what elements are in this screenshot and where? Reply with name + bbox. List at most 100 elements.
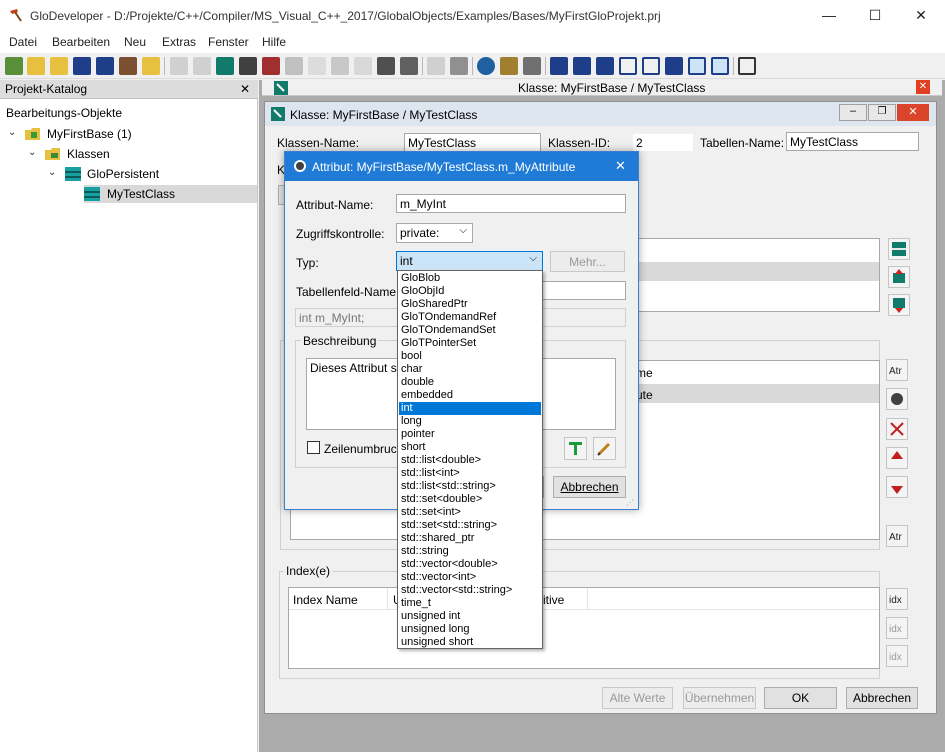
type-option[interactable]: std::vector<double> <box>399 558 541 571</box>
edit-text-button[interactable] <box>593 437 616 460</box>
window-cascade-icon[interactable] <box>550 57 568 75</box>
type-option[interactable]: short <box>399 441 541 454</box>
new-class-icon[interactable] <box>193 57 211 75</box>
save-icon[interactable] <box>73 57 91 75</box>
type-option[interactable]: unsigned int <box>399 610 541 623</box>
grid-icon[interactable] <box>500 57 518 75</box>
apply-button[interactable]: Übernehmen <box>683 687 756 709</box>
attr-text-icon[interactable] <box>427 57 445 75</box>
folder-gear-icon[interactable] <box>142 57 160 75</box>
type-option[interactable]: GloTOndemandSet <box>399 324 541 337</box>
type-option[interactable]: std::list<double> <box>399 454 541 467</box>
type-option[interactable]: time_t <box>399 597 541 610</box>
window-single-icon[interactable] <box>619 57 637 75</box>
globe-icon[interactable] <box>477 57 495 75</box>
cancel-button[interactable]: Abbrechen <box>846 687 918 709</box>
move-up-button[interactable] <box>888 238 910 260</box>
more-button[interactable]: Mehr... <box>550 251 625 272</box>
type-option[interactable]: GloObjId <box>399 285 541 298</box>
new-attribute-button[interactable]: Atr <box>886 359 908 381</box>
tree-item-mytestclass[interactable]: MyTestClass <box>84 185 257 203</box>
type-option[interactable]: std::vector<int> <box>399 571 541 584</box>
tools-icon[interactable] <box>523 57 541 75</box>
tree-toggle-icon[interactable]: ⌄ <box>48 168 58 178</box>
open-folder-icon[interactable] <box>27 57 45 75</box>
tree-toggle-icon[interactable]: ⌄ <box>28 148 38 158</box>
panel-right-icon[interactable] <box>711 57 729 75</box>
type-option[interactable]: bool <box>399 350 541 363</box>
tree-item-myfirstbase[interactable]: ⌄ MyFirstBase (1) <box>8 125 248 143</box>
tree-item-glopersistent[interactable]: ⌄ GloPersistent <box>48 165 248 183</box>
remove-base-button[interactable] <box>888 294 910 316</box>
wrap-checkbox[interactable] <box>307 441 320 454</box>
index-icon[interactable] <box>450 57 468 75</box>
close-window-button[interactable]: ✕ <box>898 0 944 31</box>
help-book-icon[interactable] <box>738 57 756 75</box>
dialog-close-icon[interactable]: ✕ <box>897 104 929 121</box>
window-new-icon[interactable] <box>642 57 660 75</box>
class-tree-icon[interactable] <box>216 57 234 75</box>
type-option[interactable]: std::set<int> <box>399 506 541 519</box>
type-option[interactable]: std::list<std::string> <box>399 480 541 493</box>
minimize-button[interactable]: — <box>806 0 852 31</box>
save-as-icon[interactable] <box>96 57 114 75</box>
edit-index-button[interactable]: idx <box>886 617 908 639</box>
type-option[interactable]: GloTOndemandRef <box>399 311 541 324</box>
attribute-up-button[interactable] <box>886 447 908 469</box>
type-option[interactable]: std::set<std::string> <box>399 519 541 532</box>
type-option[interactable]: std::shared_ptr <box>399 532 541 545</box>
type-option[interactable]: std::list<int> <box>399 467 541 480</box>
type-option[interactable]: char <box>399 363 541 376</box>
copy-icon[interactable] <box>308 57 326 75</box>
type-option[interactable]: GloBlob <box>399 272 541 285</box>
type-option[interactable]: int <box>399 402 541 415</box>
menu-bearbeiten[interactable]: Bearbeiten <box>52 35 110 49</box>
delete-attribute-button[interactable] <box>886 418 908 440</box>
insert-text-button[interactable] <box>564 437 587 460</box>
panel-close-icon[interactable]: ✕ <box>240 82 250 96</box>
dialog-minimize-icon[interactable]: – <box>839 104 867 121</box>
maximize-button[interactable]: ☐ <box>852 0 898 31</box>
add-base-button[interactable] <box>888 266 910 288</box>
mdi-tab[interactable]: Klasse: MyFirstBase / MyTestClass ✕ <box>262 80 942 96</box>
cut-icon[interactable] <box>285 57 303 75</box>
attribute-name-field[interactable]: m_MyInt <box>396 194 626 213</box>
new-index-button[interactable]: idx <box>886 588 908 610</box>
window-list-icon[interactable] <box>665 57 683 75</box>
attribute-cancel-button[interactable]: Abbrechen <box>553 476 626 498</box>
window-arrange-icon[interactable] <box>596 57 614 75</box>
menu-hilfe[interactable]: Hilfe <box>262 35 286 49</box>
attribute-down-button[interactable] <box>886 476 908 498</box>
table-field-input[interactable] <box>540 281 626 300</box>
attribute-props-button[interactable]: Atr <box>886 525 908 547</box>
type-option[interactable]: std::vector<std::string> <box>399 584 541 597</box>
panel-left-icon[interactable] <box>688 57 706 75</box>
type-option[interactable]: pointer <box>399 428 541 441</box>
ok-button[interactable]: OK <box>764 687 837 709</box>
type-option[interactable]: double <box>399 376 541 389</box>
paste-icon[interactable] <box>331 57 349 75</box>
type-option[interactable]: std::string <box>399 545 541 558</box>
menu-neu[interactable]: Neu <box>124 35 146 49</box>
type-option[interactable]: long <box>399 415 541 428</box>
index-list[interactable]: Index Name U itive <box>288 587 880 669</box>
delete-attribute-icon[interactable] <box>262 57 280 75</box>
new-file-icon[interactable] <box>170 57 188 75</box>
type-dropdown-list[interactable]: GloBlob GloObjId GloSharedPtr GloTOndemandR… <box>397 270 543 649</box>
attr-list-icon[interactable] <box>354 57 372 75</box>
menu-datei[interactable]: Datei <box>9 35 37 49</box>
dialog-restore-icon[interactable]: ❐ <box>868 104 896 121</box>
mdi-close-icon[interactable]: ✕ <box>916 80 930 94</box>
type-option[interactable]: embedded <box>399 389 541 402</box>
tree-item-klassen[interactable]: ⌄ Klassen <box>28 145 248 163</box>
type-option[interactable]: unsigned long <box>399 623 541 636</box>
window-tile-icon[interactable] <box>573 57 591 75</box>
attribute-icon[interactable] <box>239 57 257 75</box>
access-select[interactable]: private: ⌵ <box>396 223 473 243</box>
resize-grip-icon[interactable]: ⋰ <box>626 498 636 508</box>
column-sensitive[interactable]: itive <box>543 593 564 607</box>
type-option[interactable]: GloSharedPtr <box>399 298 541 311</box>
type-option[interactable]: std::set<double> <box>399 493 541 506</box>
type-option[interactable]: unsigned short <box>399 636 541 649</box>
attribute-dialog-close-icon[interactable]: ✕ <box>615 158 626 174</box>
